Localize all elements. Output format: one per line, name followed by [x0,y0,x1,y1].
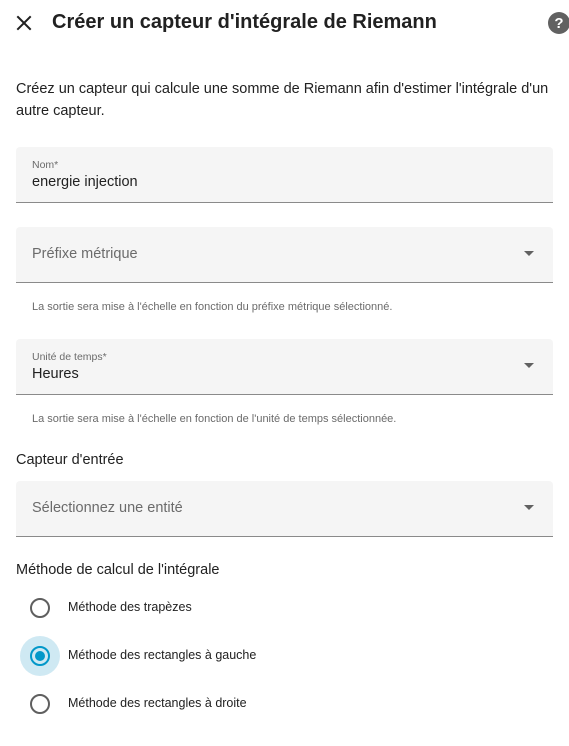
name-field-value: energie injection [32,174,138,190]
close-button[interactable] [10,9,38,37]
dialog-title: Créer un capteur d'intégrale de Riemann [52,11,437,33]
chevron-down-icon [524,505,534,510]
dialog-header: Créer un capteur d'intégrale de Riemann … [0,0,569,48]
method-title: Méthode de calcul de l'intégrale [16,562,220,578]
name-field[interactable]: Nom* energie injection [16,147,553,203]
chevron-down-icon [524,251,534,256]
input-sensor-title: Capteur d'entrée [16,452,124,468]
radio-option-left[interactable]: Méthode des rectangles à gauche [16,632,416,680]
radio-option-trapezoidal[interactable]: Méthode des trapèzes [16,584,416,632]
entity-picker-placeholder: Sélectionnez une entité [32,500,183,516]
time-unit-helper: La sortie sera mise à l'échelle en fonct… [32,413,397,425]
metric-prefix-select[interactable]: Préfixe métrique [16,227,553,283]
radio-label: Méthode des trapèzes [68,600,192,614]
radio-option-right[interactable]: Méthode des rectangles à droite [16,680,416,728]
radio-label: Méthode des rectangles à droite [68,696,247,710]
radio-checked-dot [35,651,45,661]
time-unit-label: Unité de temps* [32,351,107,363]
close-icon [16,15,32,31]
chevron-down-icon [524,363,534,368]
time-unit-select[interactable]: Unité de temps* Heures [16,339,553,395]
metric-prefix-placeholder: Préfixe métrique [32,246,138,262]
time-unit-value: Heures [32,366,79,382]
radio-button[interactable] [30,598,50,618]
radio-button[interactable] [30,646,50,666]
metric-prefix-helper: La sortie sera mise à l'échelle en fonct… [32,301,393,313]
create-riemann-sensor-dialog: Créer un capteur d'intégrale de Riemann … [0,0,569,746]
entity-picker[interactable]: Sélectionnez une entité [16,481,553,537]
name-field-label: Nom* [32,159,59,171]
radio-button[interactable] [30,694,50,714]
dialog-description: Créez un capteur qui calcule une somme d… [16,81,549,119]
radio-label: Méthode des rectangles à gauche [68,648,257,662]
help-icon[interactable]: ? [548,12,569,34]
